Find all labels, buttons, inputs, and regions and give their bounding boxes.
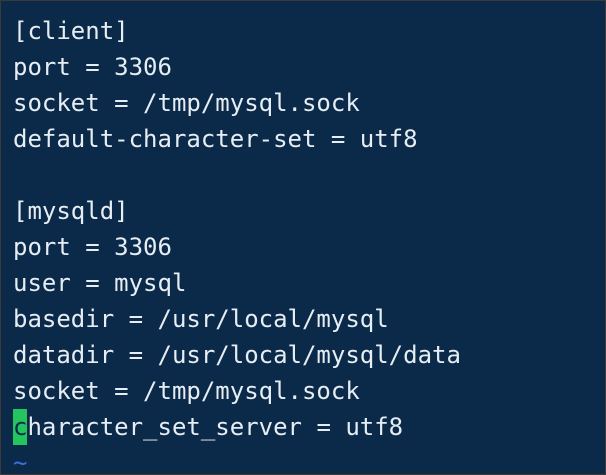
editor-line: socket = /tmp/mysql.sock (13, 89, 360, 117)
editor-line: user = mysql (13, 269, 187, 297)
cursor-line: character_set_server = utf8 (13, 409, 461, 445)
editor-line: [mysqld] (13, 197, 129, 225)
editor-line: port = 3306 (13, 233, 172, 261)
editor-line: [client] (13, 17, 129, 45)
cursor-line-text: haracter_set_server = utf8 (27, 413, 404, 441)
editor-line: basedir = /usr/local/mysql (13, 305, 389, 333)
editor-line: socket = /tmp/mysql.sock (13, 377, 360, 405)
editor-text-area[interactable]: [client] port = 3306 socket = /tmp/mysql… (13, 13, 461, 475)
editor-line: default-character-set = utf8 (13, 125, 418, 153)
text-cursor[interactable]: c (13, 409, 28, 445)
terminal-window[interactable]: [client] port = 3306 socket = /tmp/mysql… (0, 0, 606, 475)
editor-line: port = 3306 (13, 53, 172, 81)
editor-line: datadir = /usr/local/mysql/data (13, 341, 461, 369)
empty-line-marker: ~ (13, 449, 28, 475)
